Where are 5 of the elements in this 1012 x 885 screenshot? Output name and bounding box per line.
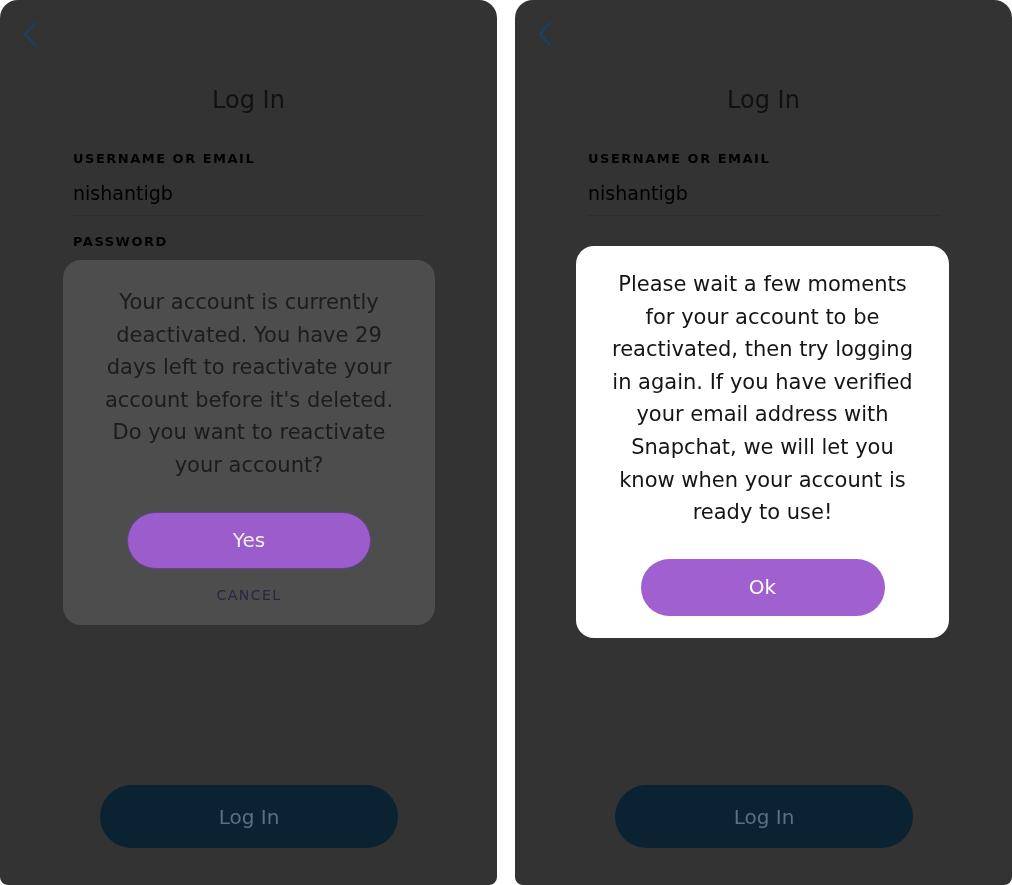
dialog-message: Please wait a few moments for your account to be reactivated, then try logging in again. If you have verified your email address with Snapchat, we will let you know when your account is ready to use! bbox=[611, 271, 914, 527]
login-button[interactable]: Log In bbox=[100, 785, 398, 848]
confirm-button[interactable]: Yes bbox=[127, 511, 371, 569]
confirm-button[interactable]: Ok bbox=[640, 558, 885, 616]
login-button[interactable]: Log In bbox=[615, 785, 913, 848]
